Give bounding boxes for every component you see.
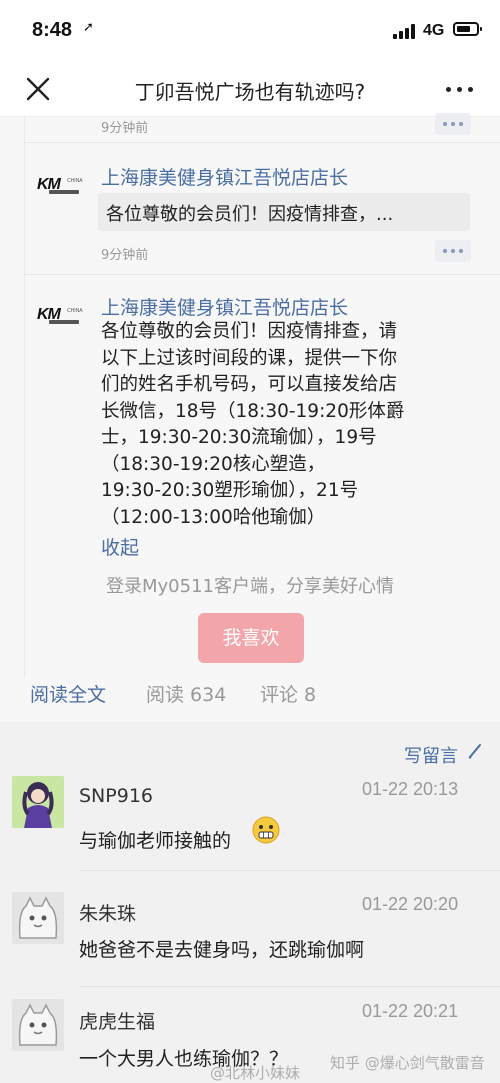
feed-item-body: 各位尊敬的会员们！因疫情排查，请 以下上过该时间段的课，提供一下你 们的姓名手机… [101, 319, 481, 531]
feed-divider [24, 142, 500, 143]
body-line: （18:30-19:20核心塑造， [101, 453, 326, 475]
body-line: 们的姓名手机号码，可以直接发给店 [101, 374, 398, 395]
close-icon[interactable] [24, 75, 52, 103]
comment-text: 她爸爸不是去健身吗，还跳瑜伽啊 [79, 939, 365, 961]
pencil-icon[interactable] [467, 742, 483, 760]
comment-time: 01-22 20:21 [362, 1001, 459, 1021]
zhihu-watermark: 知乎 @爆心剑气散雷音 [330, 1054, 485, 1072]
feed-item-preview[interactable]: 各位尊敬的会员们！因疫情排查，... [98, 193, 470, 231]
feed-item-author[interactable]: 上海康美健身镇江吾悦店店长 [101, 163, 348, 190]
login-hint[interactable]: 登录My0511客户端，分享美好心情 [0, 572, 500, 598]
feed-item-more-button[interactable] [435, 113, 471, 135]
body-line: 长微信，18号（18:30-19:20形体爵 [101, 400, 405, 422]
comment-divider [79, 986, 500, 987]
write-message-button[interactable]: 写留言 [404, 742, 458, 768]
feed-item-time: 9分钟前 [101, 248, 149, 263]
comment-author[interactable]: 朱朱珠 [79, 899, 136, 926]
battery-icon [453, 22, 482, 36]
km-logo: KM CHINA [37, 176, 83, 194]
comment-divider [79, 870, 500, 871]
body-line: 以下上过该时间段的课，提供一下你 [101, 347, 398, 369]
body-line: 各位尊敬的会员们！因疫情排查，请 [101, 321, 398, 342]
avatar[interactable] [12, 892, 64, 944]
comment-text: 与瑜伽老师接触的 [79, 830, 232, 852]
page-title: 丁卯吾悦广场也有轨迹吗? [134, 80, 366, 104]
more-options-icon[interactable] [446, 87, 476, 93]
weibo-watermark: @北林小妹妹 [210, 1064, 301, 1082]
comment-author[interactable]: SNP916 [79, 785, 153, 807]
status-time: 8:48 [32, 19, 73, 41]
read-full-link[interactable]: 阅读全文 [30, 680, 106, 707]
feed-item-preview-text: 各位尊敬的会员们！因疫情排查，... [106, 204, 394, 225]
body-line: （12:00-13:00哈他瑜伽） [101, 506, 326, 528]
network-type: 4G [423, 22, 445, 39]
avatar[interactable] [12, 776, 64, 828]
location-arrow-icon: ➚ [83, 20, 94, 35]
cellular-signal-icon [393, 23, 419, 39]
status-bar: 8:48 ➚ 4G [0, 0, 500, 62]
like-button[interactable]: 我喜欢 [198, 613, 304, 663]
collapse-link[interactable]: 收起 [101, 533, 139, 560]
km-logo: KM CHINA [37, 306, 83, 324]
body-line: 19:30-20:30塑形瑜伽），21号 [101, 480, 359, 501]
feed-item-time: 9分钟前 [101, 121, 149, 136]
grimace-emoji-icon [252, 816, 280, 844]
feed-divider [24, 274, 500, 275]
comment-time: 01-22 20:13 [362, 779, 459, 799]
feed-item-author[interactable]: 上海康美健身镇江吾悦店店长 [101, 293, 348, 320]
comment-author[interactable]: 虎虎生福 [79, 1007, 155, 1034]
body-line: 士，19:30-20:30流瑜伽），19号 [101, 427, 377, 448]
feed-item-more-button[interactable] [435, 240, 471, 262]
read-count: 阅读 634 [146, 684, 227, 706]
nav-bar: 丁卯吾悦广场也有轨迹吗? [0, 62, 500, 117]
comment-count: 评论 8 [260, 684, 317, 706]
avatar[interactable] [12, 999, 64, 1051]
comment-time: 01-22 20:20 [362, 894, 459, 914]
